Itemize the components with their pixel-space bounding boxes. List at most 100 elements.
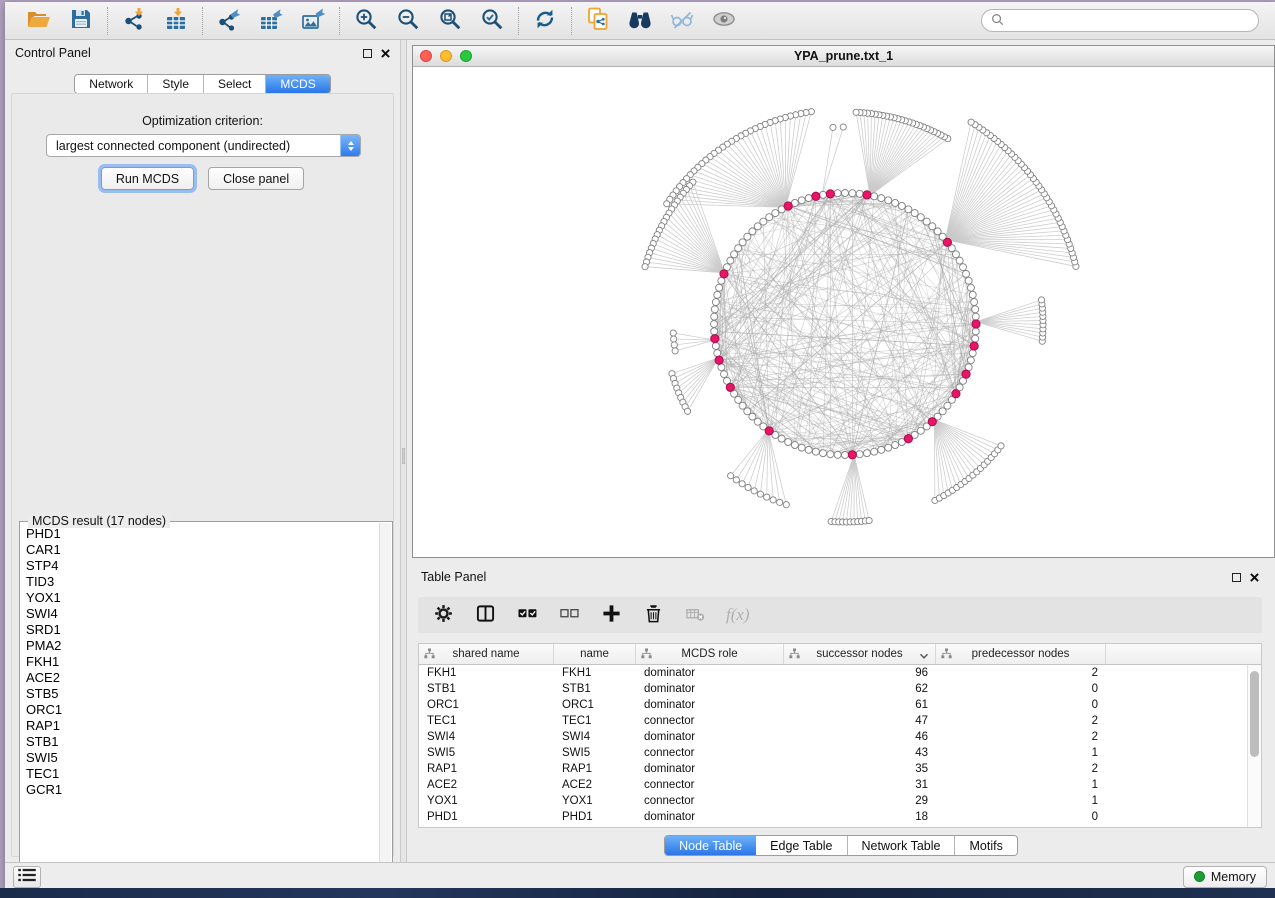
- memory-button[interactable]: Memory: [1183, 866, 1267, 888]
- copy-network-icon: [586, 7, 610, 34]
- result-list-item[interactable]: YOX1: [26, 590, 378, 606]
- close-panel-icon[interactable]: [381, 49, 390, 58]
- table-row[interactable]: RAP1RAP1dominator352: [419, 761, 1247, 777]
- search-input[interactable]: [1010, 14, 1249, 28]
- save-session-button[interactable]: [67, 7, 95, 35]
- result-list-item[interactable]: STB5: [26, 686, 378, 702]
- table-scrollbar-thumb[interactable]: [1250, 671, 1259, 757]
- result-list-item[interactable]: CAR1: [26, 542, 378, 558]
- tab-edge-table[interactable]: Edge Table: [756, 836, 847, 855]
- column-header-name[interactable]: name: [554, 644, 636, 664]
- column-header-predecessor-nodes[interactable]: predecessor nodes: [936, 644, 1106, 664]
- result-list-item[interactable]: GCR1: [26, 782, 378, 798]
- cell-predecessor-nodes: 2: [936, 715, 1106, 727]
- result-list-item[interactable]: RAP1: [26, 718, 378, 734]
- result-list-item[interactable]: SWI5: [26, 750, 378, 766]
- table-row[interactable]: SWI4SWI4dominator462: [419, 729, 1247, 745]
- refresh-button[interactable]: [531, 7, 559, 35]
- export-image-button[interactable]: [299, 7, 327, 35]
- zoom-out-button[interactable]: [394, 7, 422, 35]
- tab-network[interactable]: Network: [75, 75, 148, 93]
- import-network-button[interactable]: [120, 7, 148, 35]
- network-search-box[interactable]: [981, 9, 1259, 32]
- export-image-icon: [301, 7, 325, 34]
- zoom-selected-button[interactable]: [478, 7, 506, 35]
- table-panel-tabs: Node TableEdge TableNetwork TableMotifs: [407, 835, 1275, 856]
- splitter-grip-icon[interactable]: [402, 448, 405, 464]
- float-panel-icon[interactable]: [363, 49, 372, 58]
- column-header-shared-name[interactable]: shared name: [419, 644, 554, 664]
- delete-table-button: [684, 604, 706, 626]
- result-list-item[interactable]: FKH1: [26, 654, 378, 670]
- cell-name: FKH1: [554, 667, 636, 679]
- zoom-in-button[interactable]: [352, 7, 380, 35]
- result-list-item[interactable]: TID3: [26, 574, 378, 590]
- desktop-bottom-strip: [0, 888, 1275, 898]
- result-list-scrollbar[interactable]: [379, 523, 391, 890]
- cell-predecessor-nodes: 1: [936, 747, 1106, 759]
- cell-successor-nodes: 35: [784, 763, 936, 775]
- table-row[interactable]: STB1STB1dominator620: [419, 681, 1247, 697]
- result-list-item[interactable]: ORC1: [26, 702, 378, 718]
- table-row[interactable]: ORC1ORC1dominator610: [419, 697, 1247, 713]
- show-network-button[interactable]: [710, 7, 738, 35]
- export-network-button[interactable]: [215, 7, 243, 35]
- show-panels-button[interactable]: [13, 866, 41, 888]
- result-list-item[interactable]: STP4: [26, 558, 378, 574]
- tab-node-table[interactable]: Node Table: [665, 836, 756, 855]
- column-header-MCDS-role[interactable]: MCDS role: [636, 644, 784, 664]
- add-button[interactable]: [600, 604, 622, 626]
- close-table-panel-icon[interactable]: [1250, 573, 1259, 582]
- float-table-panel-icon[interactable]: [1232, 573, 1241, 582]
- copy-network-button[interactable]: [584, 7, 612, 35]
- gear-button[interactable]: [432, 604, 454, 626]
- columns-icon: [476, 604, 495, 626]
- tab-network-table[interactable]: Network Table: [848, 836, 956, 855]
- optimization-criterion-select[interactable]: largest connected component (undirected): [46, 134, 361, 157]
- network-window-titlebar[interactable]: YPA_prune.txt_1: [413, 46, 1274, 67]
- network-window-title: YPA_prune.txt_1: [413, 49, 1274, 63]
- zoom-fit-button[interactable]: [436, 7, 464, 35]
- column-header-successor-nodes[interactable]: successor nodes: [784, 644, 936, 664]
- open-file-button[interactable]: [25, 7, 53, 35]
- cell-MCDS-role: dominator: [636, 699, 784, 711]
- tab-mcds[interactable]: MCDS: [266, 75, 329, 93]
- export-table-button[interactable]: [257, 7, 285, 35]
- tab-style[interactable]: Style: [148, 75, 204, 93]
- network-view-window: YPA_prune.txt_1: [412, 45, 1275, 558]
- toolbar-group: [340, 7, 518, 35]
- hide-network-button[interactable]: [668, 7, 696, 35]
- panel-splitter[interactable]: [400, 40, 407, 862]
- tab-motifs[interactable]: Motifs: [955, 836, 1016, 855]
- select-all-button[interactable]: [516, 604, 538, 626]
- gear-icon: [434, 604, 453, 626]
- mcds-tab-content: Optimization criterion: largest connecte…: [11, 93, 394, 857]
- result-list-item[interactable]: PMA2: [26, 638, 378, 654]
- toolbar-group: [13, 7, 107, 35]
- table-row[interactable]: ACE2ACE2connector311: [419, 777, 1247, 793]
- result-list-item[interactable]: SWI4: [26, 606, 378, 622]
- cell-shared-name: ACE2: [419, 779, 554, 791]
- run-mcds-button[interactable]: Run MCDS: [101, 167, 194, 190]
- result-list-item[interactable]: SRD1: [26, 622, 378, 638]
- add-icon: [602, 604, 621, 626]
- import-table-button[interactable]: [162, 7, 190, 35]
- close-panel-button[interactable]: Close panel: [208, 167, 304, 190]
- result-list-item[interactable]: TEC1: [26, 766, 378, 782]
- table-row[interactable]: YOX1YOX1connector291: [419, 793, 1247, 809]
- tab-select[interactable]: Select: [204, 75, 266, 93]
- table-scrollbar[interactable]: [1247, 665, 1261, 827]
- search-network-button[interactable]: [626, 7, 654, 35]
- deselect-all-button[interactable]: [558, 604, 580, 626]
- result-list-item[interactable]: ACE2: [26, 670, 378, 686]
- table-row[interactable]: TEC1TEC1connector472: [419, 713, 1247, 729]
- table-row[interactable]: FKH1FKH1dominator962: [419, 665, 1247, 681]
- table-row[interactable]: PHD1PHD1dominator180: [419, 809, 1247, 825]
- cell-successor-nodes: 62: [784, 683, 936, 695]
- result-list-item[interactable]: PHD1: [26, 526, 378, 542]
- table-row[interactable]: SWI5SWI5connector431: [419, 745, 1247, 761]
- delete-button[interactable]: [642, 604, 664, 626]
- network-canvas[interactable]: [413, 67, 1274, 557]
- result-list-item[interactable]: STB1: [26, 734, 378, 750]
- columns-button[interactable]: [474, 604, 496, 626]
